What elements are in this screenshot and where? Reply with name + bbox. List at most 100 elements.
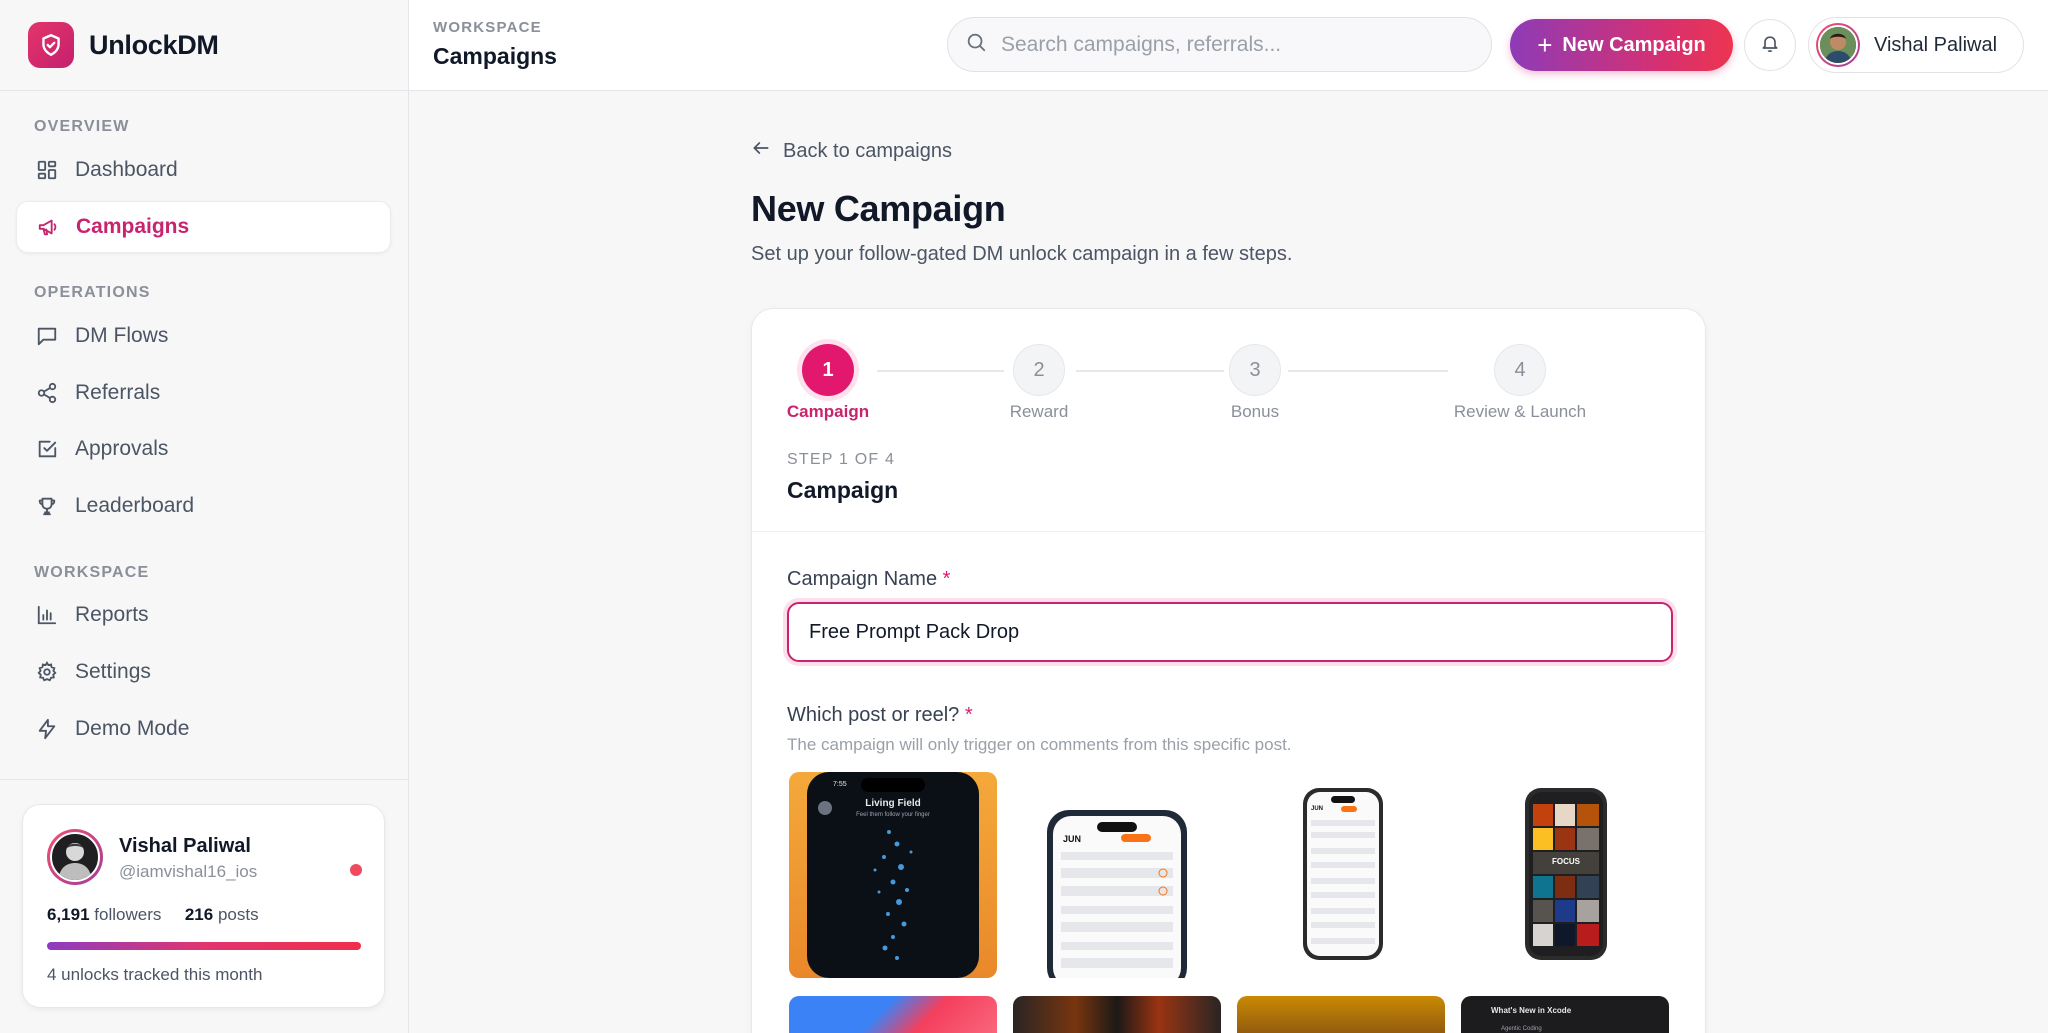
new-campaign-button[interactable]: + New Campaign	[1510, 19, 1733, 71]
unlocks-tracked-text: 4 unlocks tracked this month	[47, 965, 263, 984]
avatar	[47, 829, 103, 885]
sidebar-item-approvals[interactable]: Approvals	[16, 423, 391, 475]
thumbnail-time: 7:55	[833, 781, 847, 788]
sidebar-item-reports[interactable]: Reports	[16, 589, 391, 641]
sidebar-item-dashboard[interactable]: Dashboard	[16, 144, 391, 196]
trophy-icon	[35, 494, 59, 518]
required-mark: *	[964, 704, 973, 726]
nav-section-workspace: WORKSPACE	[34, 564, 150, 581]
required-mark: *	[942, 568, 951, 590]
thumbnail-subcaption: Feel them follow your finger	[856, 812, 930, 818]
profile-card[interactable]: Vishal Paliwal @iamvishal16_ios 6,191 fo…	[22, 804, 385, 1008]
avatar	[1816, 23, 1860, 67]
sidebar-item-demo-mode[interactable]: Demo Mode	[16, 703, 391, 755]
step-3-label: Bonus	[1230, 402, 1280, 421]
user-menu[interactable]: Vishal Paliwal	[1808, 17, 2024, 73]
page-subtitle: Set up your follow-gated DM unlock campa…	[751, 243, 1293, 265]
status-dot	[350, 864, 362, 876]
sidebar-item-dm-flows[interactable]: DM Flows	[16, 310, 391, 362]
posts-label: posts	[217, 905, 259, 924]
search-input[interactable]	[1001, 32, 1471, 57]
post-thumbnail[interactable]: FOCUS	[1461, 772, 1669, 978]
brand[interactable]: UnlockDM	[0, 0, 408, 91]
post-thumbnail[interactable]: What's New in Xcode Agentic Coding	[1461, 996, 1669, 1033]
grid-icon	[35, 158, 59, 182]
campaign-name-input[interactable]	[787, 602, 1673, 662]
bell-icon	[1760, 33, 1780, 58]
sidebar-item-leaderboard[interactable]: Leaderboard	[16, 480, 391, 532]
search-box[interactable]	[947, 17, 1492, 72]
post-select-label-text: Which post or reel?	[787, 704, 960, 726]
sidebar-item-referrals[interactable]: Referrals	[16, 367, 391, 419]
followers-label: followers	[94, 905, 162, 924]
post-select-label: Which post or reel? *	[787, 704, 973, 727]
post-thumbnail[interactable]: JUN	[1013, 772, 1221, 978]
back-to-campaigns-link[interactable]: Back to campaigns	[751, 138, 952, 164]
post-select-help: The campaign will only trigger on commen…	[787, 735, 1292, 754]
thumbnail-caption: Living Field	[865, 798, 921, 809]
profile-handle: @iamvishal16_ios	[119, 862, 258, 881]
divider	[752, 531, 1705, 532]
page-title: New Campaign	[751, 188, 1006, 229]
breadcrumb-label: WORKSPACE	[433, 19, 542, 36]
thumbnail-subcaption: Agentic Coding	[1501, 1026, 1542, 1032]
sidebar-item-label: Referrals	[75, 381, 161, 404]
stepper-connector	[877, 370, 1004, 372]
post-thumbnail[interactable]	[1237, 996, 1445, 1033]
topbar: WORKSPACE Campaigns + New Campaign Visha…	[409, 0, 2048, 91]
bar-chart-icon	[35, 603, 59, 627]
post-thumbnail[interactable]: Living Field Feel them follow your finge…	[789, 772, 997, 978]
shield-logo-icon	[28, 22, 74, 68]
sidebar: UnlockDM OVERVIEW Dashboard Campaigns OP…	[0, 0, 409, 1033]
campaign-name-label: Campaign Name *	[787, 568, 950, 591]
arrow-left-icon	[751, 138, 771, 164]
post-thumbnail[interactable]: JUN	[1237, 772, 1445, 978]
campaign-name-label-text: Campaign Name	[787, 568, 938, 590]
thumbnail-caption: JUN	[1063, 834, 1082, 844]
unlock-progress-bar	[47, 942, 361, 950]
lightning-icon	[35, 717, 59, 741]
thumbnail-caption: What's New in Xcode	[1491, 1006, 1572, 1015]
sidebar-item-settings[interactable]: Settings	[16, 646, 391, 698]
nav-section-overview: OVERVIEW	[34, 118, 130, 135]
step-2-label: Reward	[1009, 402, 1069, 421]
step-3-indicator[interactable]: 3	[1229, 344, 1281, 396]
post-thumbnail[interactable]	[789, 996, 997, 1033]
sidebar-item-label: Reports	[75, 603, 149, 626]
back-label: Back to campaigns	[783, 139, 952, 162]
brand-name: UnlockDM	[89, 29, 219, 60]
sidebar-item-label: Campaigns	[76, 215, 190, 238]
sidebar-item-label: Settings	[75, 660, 151, 683]
gear-icon	[35, 660, 59, 684]
thumbnail-caption: JUN	[1311, 806, 1324, 812]
step-4-indicator[interactable]: 4	[1494, 344, 1546, 396]
profile-stats: 6,191 followers 216 posts	[47, 905, 259, 925]
thumbnail-caption: FOCUS	[1552, 857, 1580, 866]
sidebar-item-label: Demo Mode	[75, 717, 190, 740]
step-title: Campaign	[787, 477, 899, 503]
nav-section-operations: OPERATIONS	[34, 284, 151, 301]
step-2-indicator[interactable]: 2	[1013, 344, 1065, 396]
step-4-label: Review & Launch	[1453, 402, 1587, 421]
share-icon	[35, 381, 59, 405]
message-icon	[35, 324, 59, 348]
notifications-button[interactable]	[1744, 19, 1796, 71]
sidebar-item-label: Dashboard	[75, 158, 178, 181]
sidebar-item-label: Approvals	[75, 437, 169, 460]
plus-icon: +	[1537, 30, 1553, 60]
search-icon	[965, 31, 987, 58]
campaign-wizard-card: 1 2 3 4 Campaign Reward Bonus Review & L…	[751, 308, 1706, 1033]
profile-name: Vishal Paliwal	[119, 835, 251, 857]
stepper-connector	[1288, 370, 1448, 372]
step-1-label: Campaign	[786, 402, 870, 421]
stepper-connector	[1076, 370, 1224, 372]
step-counter: STEP 1 OF 4	[787, 451, 896, 468]
divider	[0, 779, 409, 780]
step-1-indicator[interactable]: 1	[802, 344, 854, 396]
post-thumbnail[interactable]	[1013, 996, 1221, 1033]
page-breadcrumb-title: Campaigns	[433, 43, 557, 69]
user-name: Vishal Paliwal	[1874, 33, 1998, 56]
check-square-icon	[35, 437, 59, 461]
sidebar-item-campaigns[interactable]: Campaigns	[16, 201, 391, 253]
new-campaign-label: New Campaign	[1562, 33, 1706, 56]
